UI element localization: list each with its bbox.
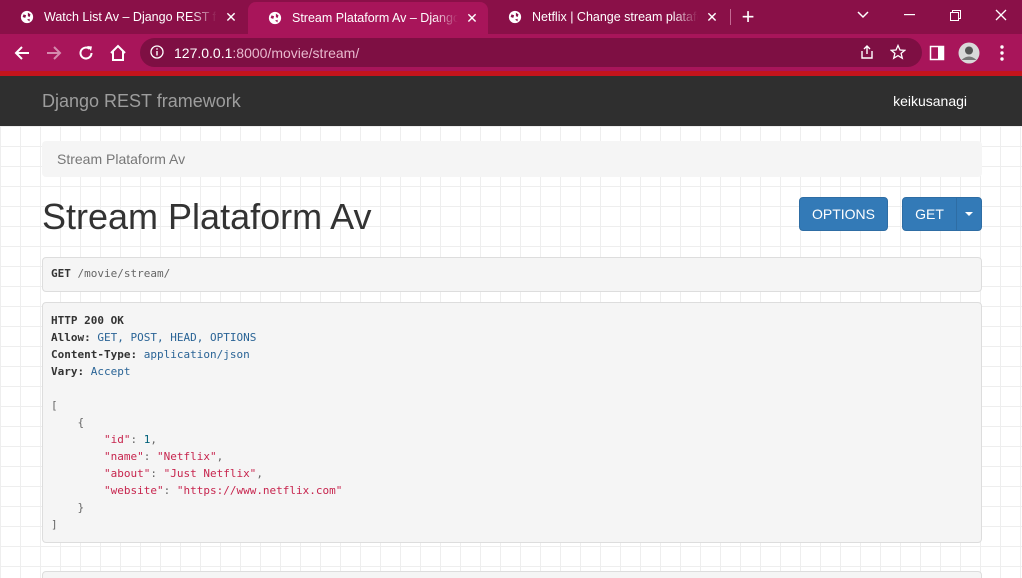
breadcrumb: Stream Plataform Av [42,141,982,177]
address-bar[interactable]: 127.0.0.1:8000/movie/stream/ [140,38,922,67]
options-button[interactable]: OPTIONS [799,197,888,231]
main-content: Stream Plataform Av Stream Plataform Av … [0,126,1022,578]
side-panel-button[interactable] [926,42,948,64]
reload-icon [79,46,93,60]
url-text: 127.0.0.1:8000/movie/stream/ [174,45,359,61]
response-info: HTTP 200 OK Allow: GET, POST, HEAD, OPTI… [42,302,982,543]
tab-title: Stream Plataform Av – Django REST framew… [292,11,458,25]
header-value: application/json [143,348,250,361]
home-button[interactable] [107,42,129,64]
browser-toolbar: 127.0.0.1:8000/movie/stream/ [0,34,1022,71]
page-title: Stream Plataform Av [42,196,372,237]
caret-down-icon [965,212,973,216]
browser-tab-bar: Watch List Av – Django REST framework ✕ … [0,0,1022,34]
close-tab-icon[interactable]: ✕ [464,10,480,27]
close-tab-icon[interactable]: ✕ [704,9,720,26]
tab-search-button[interactable] [840,0,886,30]
get-format-dropdown[interactable] [956,197,982,231]
minimize-icon [903,14,915,16]
share-button[interactable] [856,41,878,63]
restore-icon [949,9,961,21]
request-info: GET /movie/stream/ [42,257,982,292]
forward-button[interactable] [43,42,65,64]
close-tab-icon[interactable]: ✕ [223,9,239,26]
home-icon [110,44,126,61]
header-value: Accept [90,365,131,378]
profile-avatar[interactable] [958,42,980,64]
header-name: Vary [51,365,78,378]
close-window-button[interactable] [978,0,1022,30]
get-button[interactable]: GET [902,197,957,231]
minimize-button[interactable] [886,0,932,30]
restore-button[interactable] [932,0,978,30]
globe-icon [508,10,522,24]
request-method: GET [51,267,71,280]
chevron-down-icon [857,11,869,19]
form-panel [42,571,982,578]
tab-title: Netflix | Change stream plataform | Djan… [532,10,698,24]
header-name: Content-Type [51,348,131,361]
globe-icon [20,10,34,24]
breadcrumb-item[interactable]: Stream Plataform Av [57,151,185,167]
tab-netflix-admin[interactable]: Netflix | Change stream plataform | Djan… [488,0,728,34]
arrow-left-icon [14,46,29,60]
user-menu[interactable]: keikusanagi [893,93,967,109]
new-tab-button[interactable]: + [738,5,758,29]
url-path: :8000/movie/stream/ [232,45,360,61]
share-icon [861,45,873,59]
info-icon[interactable] [150,45,164,59]
back-button[interactable] [11,42,33,64]
json-name-value: "Netflix" [156,450,217,463]
header-value: GET, POST, HEAD, OPTIONS [97,331,257,344]
header-name: Allow [51,331,85,344]
globe-icon [268,11,282,25]
response-status: HTTP 200 OK [51,314,124,327]
tab-watch-list[interactable]: Watch List Av – Django REST framework ✕ [0,0,247,34]
arrow-right-icon [47,46,62,60]
url-host: 127.0.0.1 [174,45,233,61]
browser-menu-button[interactable] [991,42,1013,64]
json-website-value: "https://www.netflix.com" [176,484,343,497]
navbar: Django REST framework keikusanagi [0,76,1022,126]
tab-divider [730,9,731,25]
star-icon [890,44,906,60]
brand-link[interactable]: Django REST framework [42,91,241,112]
avatar-icon [958,42,980,64]
side-panel-icon [929,45,945,61]
reload-button[interactable] [75,42,97,64]
json-about-value: "Just Netflix" [163,467,257,480]
bookmark-button[interactable] [887,41,909,63]
more-vertical-icon [1000,45,1004,61]
tab-stream-plataform[interactable]: Stream Plataform Av – Django REST framew… [248,2,488,34]
close-icon [995,9,1007,21]
tab-title: Watch List Av – Django REST framework [44,10,217,24]
request-path: /movie/stream/ [77,267,171,280]
